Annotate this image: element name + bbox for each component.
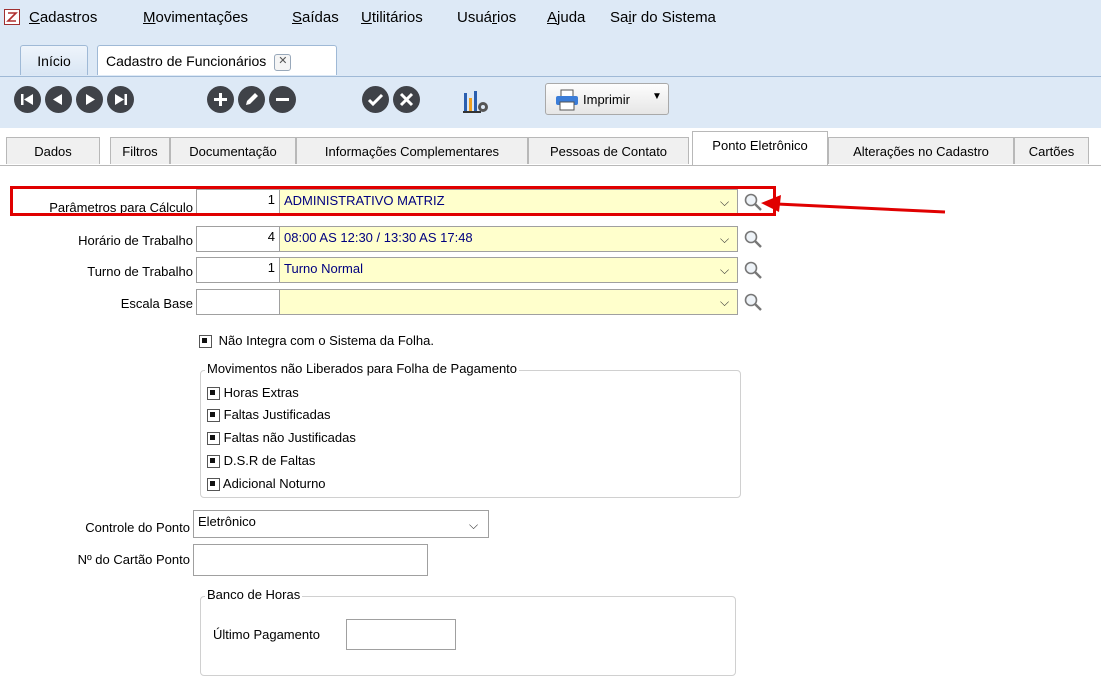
toolbar: Imprimir ▼ [0, 77, 1101, 128]
close-tab-icon[interactable]: ✕ [274, 53, 292, 71]
first-record-icon[interactable] [14, 86, 41, 113]
tab-dados[interactable]: Dados [6, 137, 100, 164]
faltas-justificadas-checkbox[interactable]: Faltas Justificadas [207, 407, 331, 423]
app-icon[interactable] [4, 9, 20, 25]
checkbox-label: Horas Extras [223, 385, 299, 400]
checkbox-label: Faltas não Justificadas [223, 430, 356, 445]
tab-cadastro-funcionarios[interactable]: Cadastro de Funcionários ✕ [97, 45, 337, 75]
menu-sair[interactable]: Sair do Sistema [610, 9, 716, 26]
search-icon[interactable] [743, 260, 763, 280]
checkbox-label: D.S.R de Faltas [223, 453, 316, 468]
arrow-annotation-icon [761, 195, 946, 214]
menu-movimentacoes[interactable]: Movimentações [143, 9, 248, 26]
add-icon[interactable] [207, 86, 234, 113]
horario-lookup[interactable]: 08:00 AS 12:30 / 13:30 AS 17:48 [280, 226, 738, 252]
document-tab-strip: Início Cadastro de Funcionários ✕ [0, 38, 1101, 77]
adicional-noturno-checkbox[interactable]: Adicional Noturno [207, 476, 326, 492]
tab-filtros[interactable]: Filtros [110, 137, 170, 164]
cartao-ponto-input[interactable] [193, 544, 428, 576]
controle-ponto-select[interactable]: Eletrônico ⌵ [193, 510, 489, 538]
dropdown-arrow-icon[interactable]: ▼ [652, 91, 662, 102]
cancel-icon[interactable] [393, 86, 420, 113]
printer-icon [556, 89, 578, 111]
chevron-down-icon[interactable]: ⌵ [720, 295, 729, 310]
tab-informacoes-complementares[interactable]: Informações Complementares [296, 137, 528, 164]
menu-usuarios[interactable]: Usuários [457, 9, 516, 26]
ultimo-pagamento-input[interactable] [346, 619, 456, 650]
turno-label: Turno de Trabalho [87, 264, 193, 279]
ultimo-pagamento-label: Último Pagamento [213, 627, 320, 642]
next-record-icon[interactable] [76, 86, 103, 113]
tab-inicio-label: Início [37, 53, 71, 69]
checkbox-label: Faltas Justificadas [223, 407, 331, 422]
delete-icon[interactable] [269, 86, 296, 113]
escala-code-input[interactable] [196, 289, 280, 315]
tab-cartoes[interactable]: Cartões [1014, 137, 1089, 164]
controle-ponto-value: Eletrônico [198, 514, 256, 529]
horas-extras-checkbox[interactable]: Horas Extras [207, 385, 299, 401]
cartao-ponto-label: Nº do Cartão Ponto [77, 552, 190, 567]
nao-integra-checkbox[interactable]: Não Integra com o Sistema da Folha. [199, 333, 434, 349]
turno-code-input[interactable]: 1 [196, 257, 280, 283]
faltas-nao-justificadas-checkbox[interactable]: Faltas não Justificadas [207, 430, 356, 446]
previous-record-icon[interactable] [45, 86, 72, 113]
print-button[interactable]: Imprimir ▼ [545, 83, 669, 115]
nao-integra-label: Não Integra com o Sistema da Folha. [218, 333, 434, 348]
chart-config-icon[interactable] [462, 87, 490, 115]
highlight-box [10, 186, 776, 216]
confirm-icon[interactable] [362, 86, 389, 113]
section-tabs: Dados Filtros Documentação Informações C… [0, 128, 1101, 166]
tab-documentacao[interactable]: Documentação [170, 137, 296, 164]
chevron-down-icon[interactable]: ⌵ [720, 263, 729, 278]
movimentos-group-title: Movimentos não Liberados para Folha de P… [205, 361, 520, 376]
menu-ajuda[interactable]: Ajuda [547, 9, 585, 26]
search-icon[interactable] [743, 292, 763, 312]
escala-lookup[interactable] [280, 289, 738, 315]
escala-label: Escala Base [120, 296, 193, 311]
menu-saidas[interactable]: Saídas [292, 9, 339, 26]
tab-alteracoes-cadastro[interactable]: Alterações no Cadastro [828, 137, 1014, 164]
dsr-faltas-checkbox[interactable]: D.S.R de Faltas [207, 453, 316, 469]
last-record-icon[interactable] [107, 86, 134, 113]
controle-ponto-label: Controle do Ponto [85, 520, 190, 535]
tab-cadastro-label: Cadastro de Funcionários [106, 53, 267, 69]
tab-inicio[interactable]: Início [20, 45, 88, 75]
tab-pessoas-contato[interactable]: Pessoas de Contato [528, 137, 689, 164]
checkbox-box[interactable] [199, 335, 212, 349]
banco-horas-title: Banco de Horas [205, 587, 303, 602]
edit-icon[interactable] [238, 86, 265, 113]
tab-ponto-eletronico[interactable]: Ponto Eletrônico [692, 131, 828, 165]
horario-label: Horário de Trabalho [78, 233, 193, 248]
menu-utilitarios[interactable]: Utilitários [361, 9, 423, 26]
horario-code-input[interactable]: 4 [196, 226, 280, 252]
print-label: Imprimir [583, 92, 630, 107]
chevron-down-icon[interactable]: ⌵ [720, 232, 729, 247]
menu-cadastros[interactable]: Cadastros [29, 9, 97, 26]
search-icon[interactable] [743, 229, 763, 249]
checkbox-label: Adicional Noturno [222, 476, 326, 491]
menu-bar: Cadastros Movimentações Saídas Utilitári… [0, 0, 1101, 38]
turno-lookup[interactable]: Turno Normal [280, 257, 738, 283]
chevron-down-icon[interactable]: ⌵ [469, 518, 478, 533]
